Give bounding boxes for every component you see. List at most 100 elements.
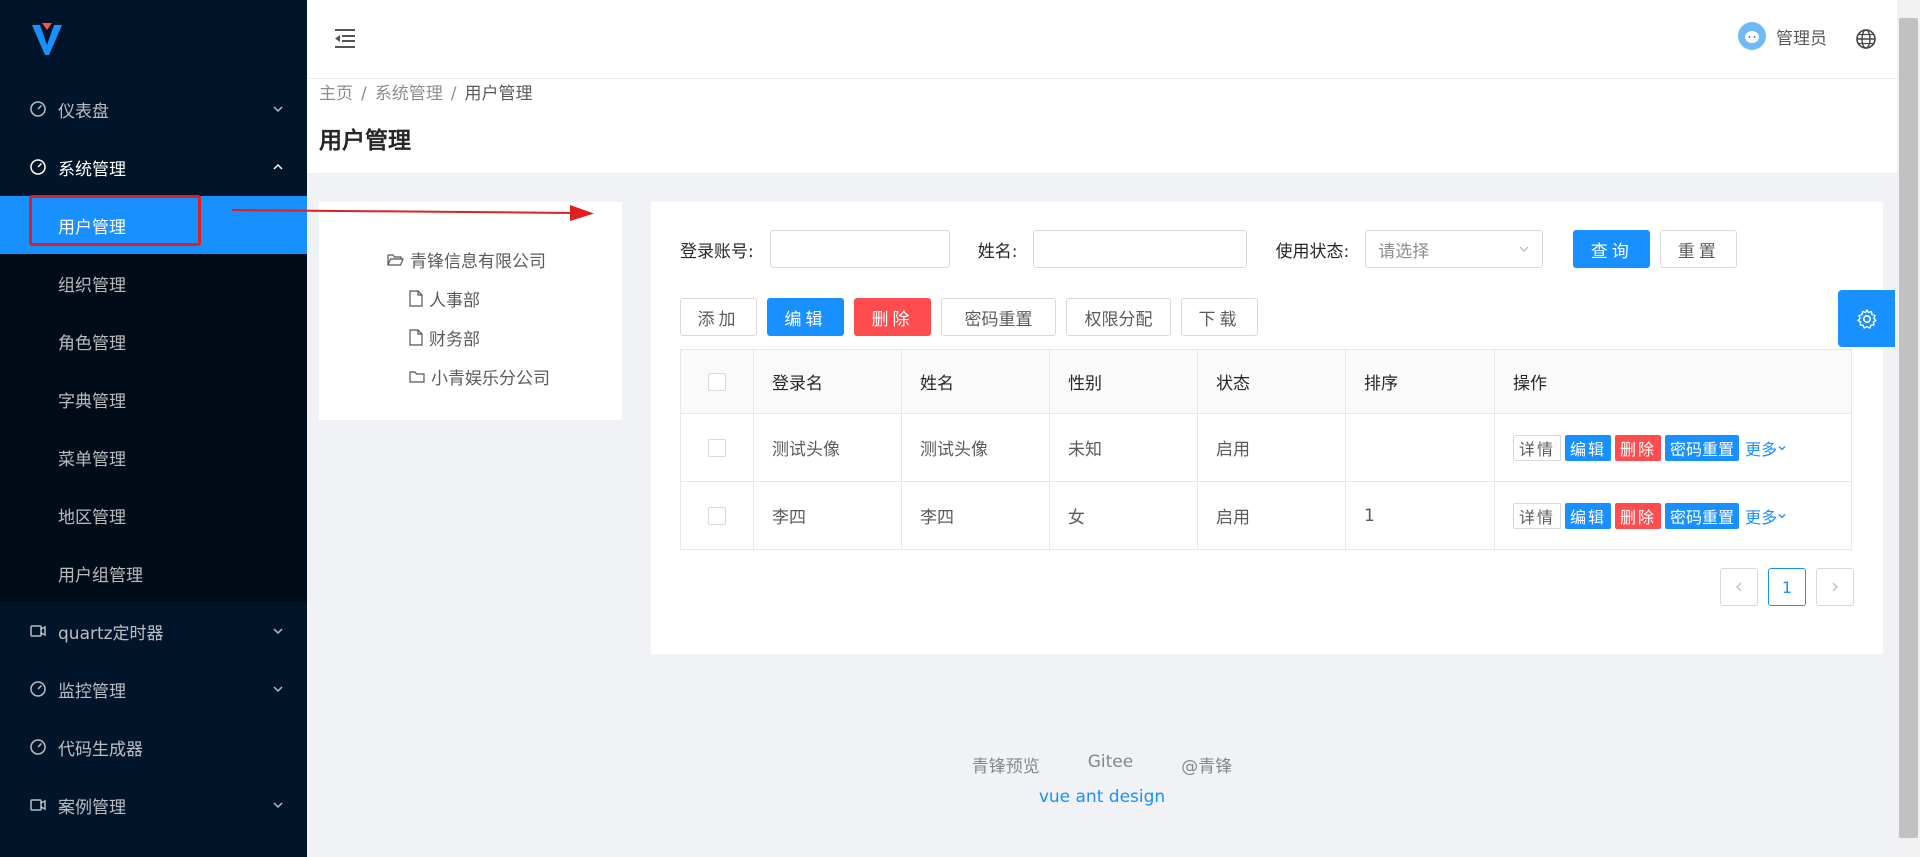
footer-link-author[interactable]: @青锋 bbox=[1181, 752, 1232, 777]
sidebar: 仪表盘 系统管理 用户管理 组织管理 角色管理 字典管理 菜单管理 地区管理 用… bbox=[0, 0, 307, 857]
tree-node-root[interactable]: 青锋信息有限公司 bbox=[319, 240, 622, 279]
user-menu[interactable]: 管理员 bbox=[1738, 22, 1827, 50]
menu-fold-icon[interactable] bbox=[333, 26, 357, 50]
row-edit-button[interactable]: 编辑 bbox=[1565, 502, 1612, 529]
avatar bbox=[1738, 22, 1766, 50]
tree-node-label: 青锋信息有限公司 bbox=[410, 252, 546, 272]
video-camera-icon bbox=[28, 621, 48, 641]
row-more-dropdown[interactable]: 更多 bbox=[1743, 435, 1789, 461]
column-header[interactable]: 登录名 bbox=[754, 350, 902, 413]
menu-label: quartz定时器 bbox=[58, 623, 164, 644]
login-account-label: 登录账号: bbox=[680, 241, 754, 262]
cell-name: 测试头像 bbox=[902, 414, 1050, 481]
scrollbar-thumb[interactable] bbox=[1899, 18, 1918, 838]
footer-subtitle[interactable]: vue ant design bbox=[307, 787, 1897, 807]
password-reset-button[interactable]: 密码重置 bbox=[941, 298, 1056, 336]
cell-actions: 详情 编辑 删除 密码重置 更多 bbox=[1495, 482, 1851, 549]
column-header[interactable]: 姓名 bbox=[902, 350, 1050, 413]
column-header[interactable]: 性别 bbox=[1050, 350, 1198, 413]
logo[interactable] bbox=[0, 0, 307, 80]
cell-gender: 女 bbox=[1050, 482, 1198, 549]
footer-link-gitee[interactable]: Gitee bbox=[1088, 752, 1133, 777]
menu-codegen[interactable]: 代码生成器 bbox=[0, 718, 307, 776]
row-more-dropdown[interactable]: 更多 bbox=[1743, 503, 1789, 529]
menu-cases[interactable]: 案例管理 bbox=[0, 776, 307, 834]
menu-label: 案例管理 bbox=[58, 797, 126, 818]
chevron-down-icon bbox=[273, 802, 283, 809]
download-button[interactable]: 下载 bbox=[1181, 298, 1258, 336]
menu-label: 监控管理 bbox=[58, 681, 126, 702]
user-table: 登录名 姓名 性别 状态 排序 操作 测试头像 测试头像 未知 启用 详情 编辑… bbox=[680, 349, 1852, 550]
cell-login: 测试头像 bbox=[754, 414, 902, 481]
status-select-placeholder: 请选择 bbox=[1378, 241, 1430, 262]
chevron-down-icon bbox=[273, 628, 283, 635]
breadcrumb-home[interactable]: 主页 bbox=[319, 84, 353, 104]
breadcrumb-separator: / bbox=[361, 84, 367, 104]
query-button[interactable]: 查询 bbox=[1573, 230, 1651, 268]
dashboard-icon bbox=[28, 737, 48, 757]
delete-button[interactable]: 删除 bbox=[854, 298, 931, 336]
row-password-reset-button[interactable]: 密码重置 bbox=[1665, 502, 1740, 529]
prev-page-button[interactable] bbox=[1720, 568, 1758, 606]
search-form: 登录账号: 姓名: 使用状态: 请选择 查询 重置 bbox=[680, 230, 1738, 268]
next-page-button[interactable] bbox=[1816, 568, 1854, 606]
sidebar-item-dict-management[interactable]: 字典管理 bbox=[0, 370, 307, 428]
reset-button[interactable]: 重置 bbox=[1660, 230, 1738, 268]
footer: 青锋预览 Gitee @青锋 vue ant design bbox=[307, 752, 1897, 807]
dashboard-icon bbox=[28, 679, 48, 699]
menu-dashboard[interactable]: 仪表盘 bbox=[0, 80, 307, 138]
sidebar-item-usergroup-management[interactable]: 用户组管理 bbox=[0, 544, 307, 602]
permission-assign-button[interactable]: 权限分配 bbox=[1066, 298, 1171, 336]
sub-item-label: 组织管理 bbox=[58, 275, 126, 296]
name-input[interactable] bbox=[1033, 230, 1248, 268]
login-account-input[interactable] bbox=[769, 230, 950, 268]
more-label: 更多 bbox=[1745, 507, 1778, 527]
breadcrumb-system[interactable]: 系统管理 bbox=[375, 84, 443, 104]
cell-gender: 未知 bbox=[1050, 414, 1198, 481]
menu-system[interactable]: 系统管理 bbox=[0, 138, 307, 196]
page-scrollbar[interactable] bbox=[1897, 0, 1920, 857]
chevron-left-icon bbox=[1736, 582, 1742, 592]
sidebar-item-role-management[interactable]: 角色管理 bbox=[0, 312, 307, 370]
cell-login: 李四 bbox=[754, 482, 902, 549]
sidebar-item-region-management[interactable]: 地区管理 bbox=[0, 486, 307, 544]
tree-node-hr[interactable]: 人事部 bbox=[319, 279, 622, 318]
row-delete-button[interactable]: 删除 bbox=[1615, 434, 1662, 461]
menu-monitor[interactable]: 监控管理 bbox=[0, 660, 307, 718]
sidebar-item-org-management[interactable]: 组织管理 bbox=[0, 254, 307, 312]
column-header[interactable]: 状态 bbox=[1198, 350, 1346, 413]
add-button[interactable]: 添加 bbox=[680, 298, 757, 336]
globe-icon[interactable] bbox=[1855, 28, 1877, 50]
page-number[interactable]: 1 bbox=[1768, 568, 1806, 606]
cell-actions: 详情 编辑 删除 密码重置 更多 bbox=[1495, 414, 1851, 481]
breadcrumb-current: 用户管理 bbox=[464, 84, 533, 104]
row-checkbox[interactable] bbox=[708, 438, 726, 457]
toolbar: 添加 编辑 删除 密码重置 权限分配 下载 bbox=[680, 298, 1258, 336]
tree-node-finance[interactable]: 财务部 bbox=[319, 318, 622, 357]
sidebar-item-user-management[interactable]: 用户管理 bbox=[0, 196, 307, 254]
menu-quartz[interactable]: quartz定时器 bbox=[0, 602, 307, 660]
tree-node-branch[interactable]: 小青娱乐分公司 bbox=[319, 357, 622, 396]
menu-label: 系统管理 bbox=[58, 159, 126, 180]
cell-status: 启用 bbox=[1198, 482, 1346, 549]
table-row[interactable]: 李四 李四 女 启用 1 详情 编辑 删除 密码重置 更多 bbox=[681, 482, 1851, 550]
edit-button[interactable]: 编辑 bbox=[767, 298, 844, 336]
sub-item-label: 字典管理 bbox=[58, 391, 126, 412]
row-delete-button[interactable]: 删除 bbox=[1615, 502, 1662, 529]
folder-open-icon bbox=[387, 253, 404, 266]
column-header[interactable]: 排序 bbox=[1346, 350, 1495, 413]
org-tree: 青锋信息有限公司 人事部 财务部 小青娱乐分公司 bbox=[319, 202, 622, 420]
sidebar-item-menu-management[interactable]: 菜单管理 bbox=[0, 428, 307, 486]
table-row[interactable]: 测试头像 测试头像 未知 启用 详情 编辑 删除 密码重置 更多 bbox=[681, 414, 1851, 482]
row-checkbox[interactable] bbox=[708, 506, 726, 525]
settings-drawer-button[interactable] bbox=[1838, 290, 1895, 347]
status-select[interactable]: 请选择 bbox=[1365, 230, 1544, 268]
row-detail-button[interactable]: 详情 bbox=[1513, 434, 1562, 461]
cell-name: 李四 bbox=[902, 482, 1050, 549]
row-password-reset-button[interactable]: 密码重置 bbox=[1665, 434, 1740, 461]
row-edit-button[interactable]: 编辑 bbox=[1565, 434, 1612, 461]
row-detail-button[interactable]: 详情 bbox=[1513, 502, 1562, 529]
select-all-checkbox[interactable] bbox=[708, 372, 726, 391]
row-select-cell bbox=[681, 482, 754, 549]
footer-link-preview[interactable]: 青锋预览 bbox=[972, 752, 1040, 777]
